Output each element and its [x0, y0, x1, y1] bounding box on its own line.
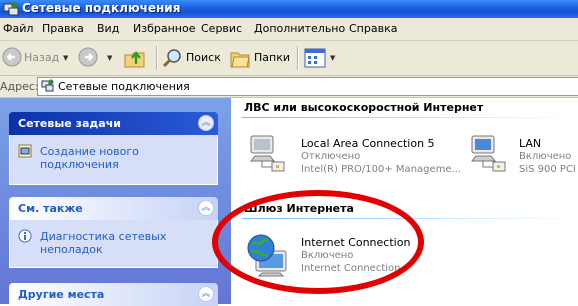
menu-help[interactable]: Справка — [349, 22, 397, 35]
task-network-diagnostics[interactable]: Диагностика сетевых неполадок — [40, 230, 210, 256]
connection-name: Internet Connection — [301, 236, 411, 249]
forward-dropdown-icon[interactable]: ▼ — [107, 54, 112, 62]
menu-bar: Файл Правка Вид Избранное Сервис Дополни… — [0, 18, 578, 41]
connection-status: Включено — [519, 151, 572, 162]
up-folder-icon — [124, 51, 145, 68]
address-label: Адрес: — [0, 80, 39, 93]
connections-view: ЛВС или высокоскоростной Интернет Local … — [231, 98, 578, 304]
toolbar: Назад ▼ ▼ Поиск Папки ▼ — [0, 41, 578, 76]
window-title: Сетевые подключения — [22, 1, 181, 15]
collapse-chevron-icon[interactable]: ︽ — [198, 200, 214, 216]
collapse-chevron-icon[interactable]: ︽ — [198, 115, 214, 131]
views-button[interactable] — [304, 47, 326, 72]
see-also-header[interactable]: См. также ︽ — [9, 197, 218, 220]
other-places-header[interactable]: Другие места ︽ — [9, 283, 218, 306]
see-also-title: См. также — [18, 202, 83, 215]
menu-advanced[interactable]: Дополнительно — [254, 22, 345, 35]
address-value: Сетевые подключения — [58, 80, 190, 93]
other-places-title: Другие места — [18, 288, 105, 301]
folders-button[interactable] — [229, 47, 251, 72]
title-bar[interactable]: Сетевые подключения — [0, 0, 578, 18]
internet-gateway-icon — [247, 234, 287, 277]
connection-device: Internet Connection — [301, 263, 401, 274]
folders-label[interactable]: Папки — [254, 51, 290, 64]
connection-local-area-5[interactable]: Local Area Connection 5 Отключено Intel(… — [246, 134, 476, 176]
new-connection-icon — [18, 144, 32, 158]
network-tasks-title: Сетевые задачи — [18, 117, 121, 130]
see-also-body: Диагностика сетевых неполадок — [9, 220, 218, 268]
folders-icon — [230, 52, 250, 68]
search-label[interactable]: Поиск — [186, 51, 221, 64]
network-connection-icon — [470, 135, 506, 172]
task-pane: Сетевые задачи ︽ Создание нового подключ… — [0, 98, 231, 306]
network-tasks-header[interactable]: Сетевые задачи ︽ — [9, 112, 218, 135]
task-create-connection[interactable]: Создание нового подключения — [40, 145, 210, 171]
back-label[interactable]: Назад — [24, 51, 59, 64]
toolbar-separator — [297, 46, 299, 70]
forward-arrow-icon — [78, 47, 98, 67]
back-arrow-icon — [2, 47, 22, 67]
network-tasks-body: Создание нового подключения — [9, 135, 218, 185]
group-title-gateway: Шлюз Интернета — [244, 202, 354, 215]
views-icon — [304, 48, 326, 68]
network-connections-icon — [3, 1, 19, 17]
search-button[interactable] — [162, 47, 184, 72]
views-dropdown-icon[interactable]: ▼ — [330, 54, 335, 62]
connection-status: Включено — [301, 250, 354, 261]
menu-view[interactable]: Вид — [97, 22, 119, 35]
connection-internet-gateway[interactable]: Internet Connection Включено Internet Co… — [246, 233, 436, 277]
address-bar: Адрес: Сетевые подключения — [0, 76, 578, 98]
toolbar-separator — [156, 46, 158, 70]
back-dropdown-icon[interactable]: ▼ — [63, 54, 68, 62]
collapse-chevron-icon[interactable]: ︽ — [198, 286, 214, 302]
group-divider — [242, 117, 578, 118]
group-title-lan: ЛВС или высокоскоростной Интернет — [244, 101, 484, 114]
network-connection-icon — [249, 135, 285, 172]
connection-status: Отключено — [301, 151, 361, 162]
network-connections-icon — [41, 79, 54, 92]
address-field[interactable]: Сетевые подключения — [37, 77, 578, 96]
back-button[interactable] — [2, 47, 22, 70]
search-icon — [162, 49, 181, 68]
forward-button[interactable] — [78, 47, 98, 70]
connection-name: Local Area Connection 5 — [301, 137, 435, 150]
menu-tools[interactable]: Сервис — [201, 22, 242, 35]
connection-lan[interactable]: LAN Включено SiS 900 PCI — [467, 134, 578, 176]
connection-name: LAN — [519, 137, 542, 150]
menu-file[interactable]: Файл — [3, 22, 33, 35]
info-icon — [18, 229, 32, 243]
group-divider — [242, 218, 578, 219]
connection-device: Intel(R) PRO/100+ Manageme... — [301, 164, 462, 175]
menu-favorites[interactable]: Избранное — [133, 22, 195, 35]
up-folder-button[interactable] — [123, 46, 147, 73]
menu-edit[interactable]: Правка — [42, 22, 84, 35]
connection-device: SiS 900 PCI — [519, 164, 576, 175]
